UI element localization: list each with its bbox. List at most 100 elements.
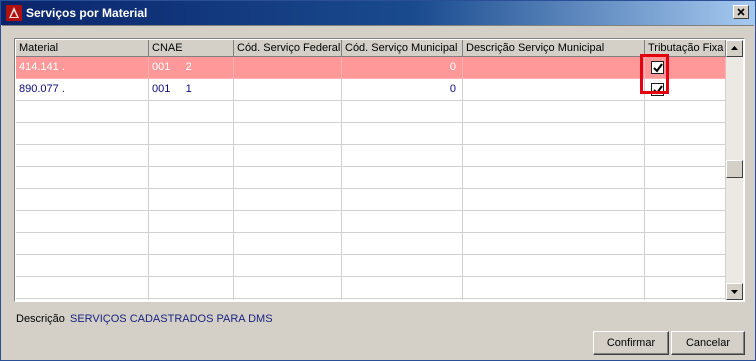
empty-cell[interactable]	[234, 233, 342, 255]
empty-cell[interactable]	[645, 299, 726, 300]
empty-cell[interactable]	[463, 101, 645, 123]
app-icon	[6, 5, 22, 21]
empty-cell[interactable]	[234, 101, 342, 123]
confirmar-label: Confirmar	[606, 337, 656, 349]
empty-cell[interactable]	[645, 255, 726, 277]
empty-cell[interactable]	[16, 233, 149, 255]
empty-cell[interactable]	[16, 189, 149, 211]
empty-cell[interactable]	[342, 189, 463, 211]
empty-cell[interactable]	[342, 277, 463, 299]
cancelar-button[interactable]: Cancelar	[671, 331, 745, 355]
empty-cell[interactable]	[149, 233, 234, 255]
empty-row[interactable]	[16, 277, 726, 299]
close-button[interactable]	[733, 5, 749, 19]
cell-cod-municipal[interactable]: 0	[342, 79, 463, 101]
empty-cell[interactable]	[234, 211, 342, 233]
empty-cell[interactable]	[149, 101, 234, 123]
cell-cod-federal[interactable]	[234, 57, 342, 79]
table-row[interactable]: 414.141 . 001 2 0	[16, 57, 726, 79]
empty-cell[interactable]	[234, 123, 342, 145]
empty-cell[interactable]	[342, 299, 463, 300]
empty-cell[interactable]	[342, 123, 463, 145]
scroll-up-button[interactable]	[726, 40, 743, 57]
col-header-cod-federal[interactable]: Cód. Serviço Federal	[234, 40, 342, 57]
empty-cell[interactable]	[645, 277, 726, 299]
empty-cell[interactable]	[342, 101, 463, 123]
empty-cell[interactable]	[16, 255, 149, 277]
empty-cell[interactable]	[16, 277, 149, 299]
empty-cell[interactable]	[342, 145, 463, 167]
empty-cell[interactable]	[149, 123, 234, 145]
empty-row[interactable]	[16, 211, 726, 233]
empty-cell[interactable]	[16, 299, 149, 300]
col-header-cnae[interactable]: CNAE	[149, 40, 234, 57]
empty-cell[interactable]	[16, 211, 149, 233]
empty-cell[interactable]	[16, 167, 149, 189]
empty-cell[interactable]	[234, 299, 342, 300]
empty-cell[interactable]	[234, 277, 342, 299]
empty-row[interactable]	[16, 167, 726, 189]
empty-row[interactable]	[16, 189, 726, 211]
descricao-label: Descrição	[16, 313, 65, 325]
cell-cnae[interactable]: 001 2	[149, 57, 234, 79]
empty-row[interactable]	[16, 255, 726, 277]
col-header-material[interactable]: Material	[16, 40, 149, 57]
empty-cell[interactable]	[149, 277, 234, 299]
empty-cell[interactable]	[463, 189, 645, 211]
col-header-cod-municipal[interactable]: Cód. Serviço Municipal	[342, 40, 463, 57]
empty-cell[interactable]	[645, 123, 726, 145]
empty-cell[interactable]	[645, 189, 726, 211]
cell-cnae[interactable]: 001 1	[149, 79, 234, 101]
empty-cell[interactable]	[234, 189, 342, 211]
col-header-descricao[interactable]: Descrição Serviço Municipal	[463, 40, 645, 57]
scroll-thumb[interactable]	[726, 160, 743, 178]
empty-cell[interactable]	[342, 211, 463, 233]
empty-cell[interactable]	[342, 255, 463, 277]
confirmar-button[interactable]: Confirmar	[593, 331, 669, 355]
empty-cell[interactable]	[149, 189, 234, 211]
empty-cell[interactable]	[463, 255, 645, 277]
empty-cell[interactable]	[645, 167, 726, 189]
empty-cell[interactable]	[463, 167, 645, 189]
empty-cell[interactable]	[234, 145, 342, 167]
title-bar[interactable]: Serviços por Material	[1, 1, 755, 25]
empty-cell[interactable]	[16, 145, 149, 167]
empty-row[interactable]	[16, 299, 726, 300]
empty-cell[interactable]	[149, 167, 234, 189]
empty-cell[interactable]	[342, 167, 463, 189]
empty-cell[interactable]	[463, 299, 645, 300]
empty-row[interactable]	[16, 145, 726, 167]
empty-cell[interactable]	[463, 277, 645, 299]
empty-cell[interactable]	[149, 299, 234, 300]
cell-cod-federal[interactable]	[234, 79, 342, 101]
scroll-down-button[interactable]	[726, 283, 743, 300]
empty-row[interactable]	[16, 101, 726, 123]
empty-row[interactable]	[16, 123, 726, 145]
cell-descricao[interactable]	[463, 79, 645, 101]
cancelar-label: Cancelar	[685, 337, 731, 349]
vertical-scrollbar[interactable]	[726, 40, 743, 300]
empty-cell[interactable]	[645, 233, 726, 255]
empty-cell[interactable]	[463, 123, 645, 145]
cell-material[interactable]: 414.141 .	[16, 57, 149, 79]
empty-cell[interactable]	[234, 255, 342, 277]
empty-cell[interactable]	[463, 233, 645, 255]
cell-cod-municipal[interactable]: 0	[342, 57, 463, 79]
empty-cell[interactable]	[16, 123, 149, 145]
cell-material[interactable]: 890.077 .	[16, 79, 149, 101]
empty-cell[interactable]	[463, 211, 645, 233]
table-row[interactable]: 890.077 . 001 1 0	[16, 79, 726, 101]
empty-cell[interactable]	[645, 101, 726, 123]
empty-cell[interactable]	[149, 255, 234, 277]
empty-cell[interactable]	[463, 145, 645, 167]
empty-cell[interactable]	[342, 233, 463, 255]
empty-cell[interactable]	[645, 211, 726, 233]
empty-cell[interactable]	[645, 145, 726, 167]
cell-descricao[interactable]	[463, 57, 645, 79]
empty-cell[interactable]	[234, 167, 342, 189]
empty-cell[interactable]	[149, 145, 234, 167]
empty-cell[interactable]	[149, 211, 234, 233]
empty-row[interactable]	[16, 233, 726, 255]
empty-cell[interactable]	[16, 101, 149, 123]
services-grid[interactable]: Material CNAE Cód. Serviço Federal Cód. …	[14, 38, 745, 302]
